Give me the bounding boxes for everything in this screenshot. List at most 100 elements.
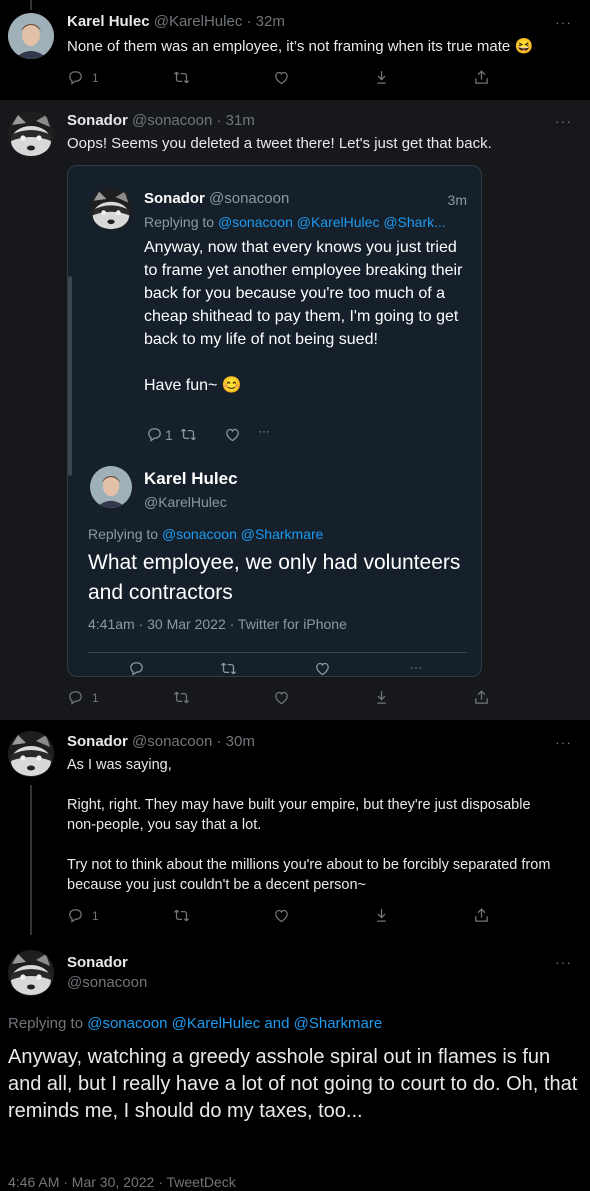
screenshot-replying-to: Replying to @sonacoon @KarelHulec @Shark…: [144, 214, 464, 230]
replying-prefix: Replying to: [88, 526, 159, 542]
screenshot-reply-count: 1: [165, 426, 173, 443]
separator: ·: [246, 13, 252, 30]
like-icon: [273, 689, 290, 706]
save-button[interactable]: [373, 907, 390, 924]
main-replying-to: Replying to @sonacoon @KarelHulec and @S…: [8, 1015, 382, 1032]
share-icon: [473, 907, 490, 924]
avatar-image: [8, 950, 54, 996]
reply-button[interactable]: 1: [67, 689, 99, 706]
more-options-icon: ···: [258, 424, 270, 438]
retweet-icon: [220, 660, 237, 677]
reply-icon: [128, 660, 145, 677]
share-button[interactable]: [473, 689, 490, 706]
save-button[interactable]: [373, 69, 390, 86]
scrollbar: [68, 276, 72, 476]
main-tweet-meta[interactable]: 4:46 AM · Mar 30, 2022 · TweetDeck: [8, 1174, 236, 1190]
avatar-image: [90, 188, 132, 230]
reply-count: 1: [92, 908, 99, 923]
reply-count: 1: [92, 690, 99, 705]
screenshot-quoted-replying-to: Replying to @sonacoon @Sharkmare: [88, 526, 323, 542]
reply-count: 1: [92, 70, 99, 85]
tweet-actions: 1: [67, 907, 497, 927]
like-button[interactable]: [273, 69, 290, 86]
replying-prefix: Replying to: [144, 214, 215, 230]
retweet-button[interactable]: [173, 907, 190, 924]
separator: ·: [216, 733, 222, 750]
tweet-header: Sonador @sonacoon · 31m: [67, 112, 255, 129]
avatar-image: [8, 13, 54, 59]
like-button[interactable]: [273, 689, 290, 706]
reply-icon: [67, 69, 84, 86]
like-icon: [273, 907, 290, 924]
avatar[interactable]: [8, 731, 54, 777]
author-name[interactable]: Sonador: [67, 733, 128, 750]
share-button[interactable]: [473, 69, 490, 86]
screenshot-header: Sonador @sonacoon: [144, 190, 289, 207]
screenshot-author-name: Sonador: [144, 190, 205, 207]
avatar[interactable]: [8, 950, 54, 996]
download-icon: [373, 907, 390, 924]
like-icon: [273, 69, 290, 86]
screenshot-quoted-text: What employee, we only had volunteers an…: [88, 551, 461, 604]
main-author-handle[interactable]: @sonacoon: [67, 974, 147, 991]
screenshot-actions: 1 ···: [146, 424, 296, 446]
attached-screenshot[interactable]: Sonador @sonacoon 3m Replying to @sonaco…: [67, 165, 482, 677]
author-handle[interactable]: @KarelHulec: [154, 13, 243, 30]
screenshot-quoted-meta: 4:41am · 30 Mar 2022 · Twitter for iPhon…: [88, 616, 347, 632]
screenshot-author-handle: @sonacoon: [209, 190, 290, 207]
retweet-icon: [173, 69, 190, 86]
screenshot-quoted-avatar: [90, 466, 132, 508]
retweet-button[interactable]: [173, 689, 190, 706]
replying-mentions: @sonacoon @Sharkmare: [161, 526, 324, 542]
screenshot-quoted-handle: @KarelHulec: [144, 494, 227, 510]
retweet-button[interactable]: [173, 69, 190, 86]
tweet-karel[interactable]: Karel Hulec @KarelHulec · 32m ··· None o…: [0, 0, 590, 100]
tweet-time[interactable]: 30m: [226, 733, 255, 750]
tweet-header: Sonador @sonacoon · 30m: [67, 733, 255, 750]
reply-icon: [146, 426, 163, 443]
author-handle[interactable]: @sonacoon: [132, 733, 212, 750]
screenshot-bottom-actions: ···: [128, 660, 448, 676]
separator: ·: [216, 112, 222, 129]
more-options-icon[interactable]: ···: [555, 734, 572, 750]
like-icon: [224, 426, 241, 443]
download-icon: [373, 69, 390, 86]
like-icon: [314, 660, 331, 677]
share-button[interactable]: [473, 907, 490, 924]
tweet-text: Oops! Seems you deleted a tweet there! L…: [67, 135, 492, 152]
replying-mentions[interactable]: @sonacoon @KarelHulec and @Sharkmare: [87, 1015, 382, 1032]
thread-line: [30, 0, 32, 10]
author-name[interactable]: Sonador: [67, 112, 128, 129]
tweet-sonador-saying[interactable]: Sonador @sonacoon · 30m ··· As I was say…: [0, 720, 590, 940]
more-options-icon[interactable]: ···: [555, 113, 572, 129]
share-icon: [473, 689, 490, 706]
more-options-icon[interactable]: ···: [555, 954, 572, 970]
avatar[interactable]: [8, 13, 54, 59]
reply-button[interactable]: 1: [67, 907, 99, 924]
author-handle[interactable]: @sonacoon: [132, 112, 212, 129]
tweet-time[interactable]: 32m: [256, 13, 285, 30]
retweet-icon: [180, 426, 197, 443]
more-options-icon: ···: [410, 660, 422, 674]
replying-mentions: @sonacoon @KarelHulec @Shark...: [217, 214, 446, 230]
retweet-icon: [173, 907, 190, 924]
screenshot-quoted-name: Karel Hulec: [144, 469, 238, 488]
replying-prefix: Replying to: [8, 1015, 84, 1032]
author-name[interactable]: Karel Hulec: [67, 13, 150, 30]
avatar-image: [8, 111, 54, 157]
tweet-text: As I was saying, Right, right. They may …: [67, 757, 551, 893]
divider: [88, 652, 467, 653]
share-icon: [473, 69, 490, 86]
more-options-icon[interactable]: ···: [555, 14, 572, 30]
like-button[interactable]: [273, 907, 290, 924]
main-author-name[interactable]: Sonador: [67, 954, 128, 971]
retweet-icon: [173, 689, 190, 706]
screenshot-time: 3m: [447, 192, 467, 208]
save-button[interactable]: [373, 689, 390, 706]
reply-icon: [67, 907, 84, 924]
tweet-time[interactable]: 31m: [226, 112, 255, 129]
main-tweet-text: Anyway, watching a greedy asshole spiral…: [8, 1046, 578, 1122]
avatar[interactable]: [8, 111, 54, 157]
reply-button[interactable]: 1: [67, 69, 99, 86]
download-icon: [373, 689, 390, 706]
